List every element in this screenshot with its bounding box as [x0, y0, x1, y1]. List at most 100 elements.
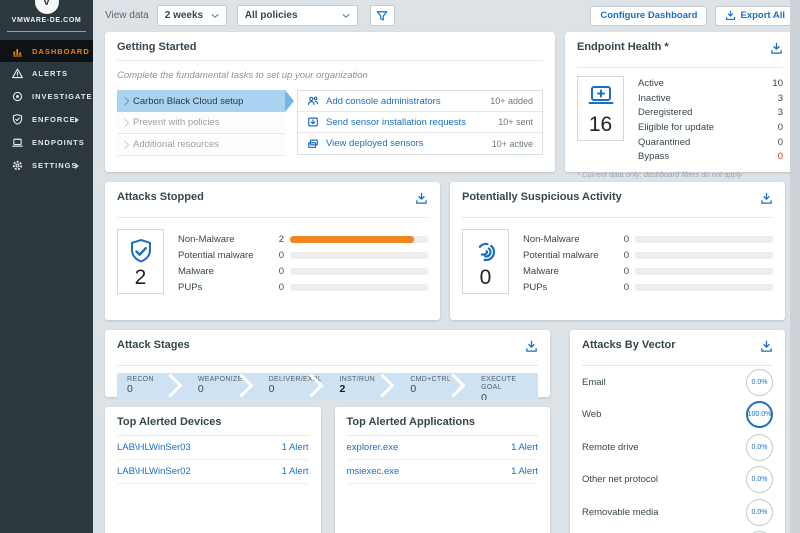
sidebar-item-label: ENDPOINTS [32, 138, 85, 147]
bar-value: 0 [623, 265, 629, 277]
sidebar-item-dashboard[interactable]: DASHBOARD [0, 40, 93, 62]
bar-label: Non-Malware [178, 233, 235, 245]
device-link[interactable]: LAB\HLWinSer02 [117, 466, 191, 477]
application-link[interactable]: explorer.exe [347, 442, 399, 453]
stat-value-bypass: 0 [777, 151, 783, 163]
endpoint-total: 16 [588, 113, 613, 136]
bar-value: 0 [623, 249, 629, 261]
sidebar-item-alerts[interactable]: ALERTS [0, 62, 93, 85]
stat-label: Quarantined [638, 136, 691, 148]
application-alert-count-link[interactable]: 1 Alert [511, 466, 538, 477]
sidebar-nav: DASHBOARD ALERTS INVESTIGATE ENFORCE END… [0, 40, 93, 177]
step-carbon-black-cloud-setup[interactable]: Carbon Black Cloud setup [117, 90, 294, 112]
device-alert-count-link[interactable]: 1 Alert [282, 442, 309, 453]
suspicious-activity-card: Potentially Suspicious Activity 0 Non-Ma… [450, 182, 785, 320]
vertical-scrollbar[interactable] [790, 0, 800, 533]
card-title: Attacks By Vector [582, 339, 676, 351]
bar-label: Potential malware [523, 249, 599, 261]
top-alerted-devices-card: Top Alerted Devices LAB\HLWinSer03 1 Ale… [105, 407, 321, 533]
bar-label: Malware [178, 265, 214, 277]
stage-cmd-ctrl: CMD+CTRL 0 [396, 373, 467, 400]
policy-filter-select[interactable]: All policies [236, 5, 358, 26]
sidebar-item-label: ALERTS [32, 69, 68, 78]
sidebar-item-settings[interactable]: SETTINGS [0, 154, 93, 177]
stat-value: 3 [777, 92, 783, 104]
attack-stages-funnel: RECON 0 WEAPONIZE 0 DELIVER/EXPL 0 INST/RUN… [117, 373, 538, 400]
device-row: LAB\HLWinSer02 1 Alert [117, 460, 309, 484]
sidebar-item-endpoints[interactable]: ENDPOINTS [0, 131, 93, 154]
time-range-select[interactable]: 2 weeks [156, 5, 227, 26]
bar-track [635, 235, 773, 243]
warning-triangle-icon [12, 68, 23, 79]
sidebar-item-enforce[interactable]: ENFORCE [0, 108, 93, 131]
export-card-button[interactable] [770, 42, 783, 60]
stat-label: Eligible for update [638, 121, 715, 133]
time-range-value: 2 weeks [164, 10, 204, 21]
sidebar-item-investigate[interactable]: INVESTIGATE [0, 85, 93, 108]
download-icon [761, 340, 772, 352]
card-title: Potentially Suspicious Activity [462, 191, 622, 203]
shield-icon [12, 114, 23, 125]
application-row: explorer.exe 1 Alert [346, 436, 538, 460]
stat-value: 3 [777, 107, 783, 119]
bar-label: PUPs [178, 281, 203, 293]
endpoint-health-card: Endpoint Health * 16 Active 10 Inactive … [565, 32, 795, 179]
laptop-plus-icon [588, 86, 613, 104]
bar-fill [290, 235, 415, 243]
sidebar-item-label: INVESTIGATE [32, 92, 93, 101]
download-icon [761, 192, 772, 204]
card-title: Getting Started [117, 41, 197, 53]
stat-value: 10 [772, 77, 783, 89]
export-card-button[interactable] [415, 192, 428, 210]
bar-value: 0 [623, 233, 629, 245]
sidebar-item-label: DASHBOARD [32, 46, 90, 56]
bar-label: PUPs [523, 281, 548, 293]
bar-track [290, 283, 428, 291]
endpoint-total-box: 16 [577, 76, 624, 141]
vector-row-web: Web 100.0% [582, 399, 773, 432]
task-row: View deployed sensors 10+ active [298, 133, 542, 154]
setup-steps-list: Carbon Black Cloud setup Prevent with po… [117, 90, 294, 156]
card-title: Top Alerted Devices [117, 416, 222, 428]
filter-button[interactable] [369, 5, 395, 26]
step-prevent-with-policies[interactable]: Prevent with policies [117, 112, 285, 134]
export-card-button[interactable] [760, 340, 773, 358]
stat-label: Bypass [638, 151, 670, 163]
vector-row-other-net-protocol: Other net protocol 0.0% [582, 464, 773, 497]
download-icon [416, 192, 427, 204]
application-link[interactable]: msiexec.exe [347, 466, 400, 477]
device-link[interactable]: LAB\HLWinSer03 [117, 442, 191, 453]
org-switcher[interactable]: V VMWARE-DE.COM [7, 0, 86, 32]
device-row: LAB\HLWinSer03 1 Alert [117, 436, 309, 460]
sidebar-item-label: SETTINGS [32, 161, 78, 170]
add-console-administrators-link[interactable]: Add console administrators [326, 96, 441, 107]
attacks-stopped-bars: Non-Malware 2 Potential malware 0 Malware 0… [178, 231, 428, 295]
device-alert-count-link[interactable]: 1 Alert [282, 466, 309, 477]
bar-track [635, 267, 773, 275]
attacks-stopped-card: Attacks Stopped 2 Non-Malware 2 Potentia… [105, 182, 440, 320]
bar-value: 2 [278, 233, 284, 245]
bar-value: 0 [278, 265, 284, 277]
bar-track [290, 235, 428, 243]
endpoint-health-footnote: * Current data only; dashboard filters d… [577, 170, 743, 180]
stat-label: Active [638, 77, 664, 89]
export-all-button[interactable]: Export All [715, 5, 795, 26]
export-card-button[interactable] [525, 340, 538, 358]
bar-value: 0 [623, 281, 629, 293]
vector-row-removable-media: Removable media 0.0% [582, 496, 773, 529]
bar-label: Potential malware [178, 249, 254, 261]
configure-dashboard-button[interactable]: Configure Dashboard [590, 5, 708, 26]
step-additional-resources[interactable]: Additional resources [117, 134, 285, 156]
send-sensor-installation-requests-link[interactable]: Send sensor installation requests [326, 117, 466, 128]
sidebar: V VMWARE-DE.COM DASHBOARD ALERTS INVESTI… [0, 0, 93, 533]
application-alert-count-link[interactable]: 1 Alert [511, 442, 538, 453]
view-deployed-sensors-link[interactable]: View deployed sensors [326, 138, 424, 149]
card-title: Endpoint Health * [577, 41, 669, 53]
vector-row-app-store: App store0.0% [582, 529, 773, 533]
suspicious-bars: Non-Malware 0 Potential malware 0 Malware 0… [523, 231, 773, 295]
application-row: msiexec.exe 1 Alert [346, 460, 538, 484]
card-title: Top Alerted Applications [346, 416, 476, 428]
chevron-down-icon [211, 13, 219, 18]
export-card-button[interactable] [760, 192, 773, 210]
chevron-down-icon [342, 13, 350, 18]
